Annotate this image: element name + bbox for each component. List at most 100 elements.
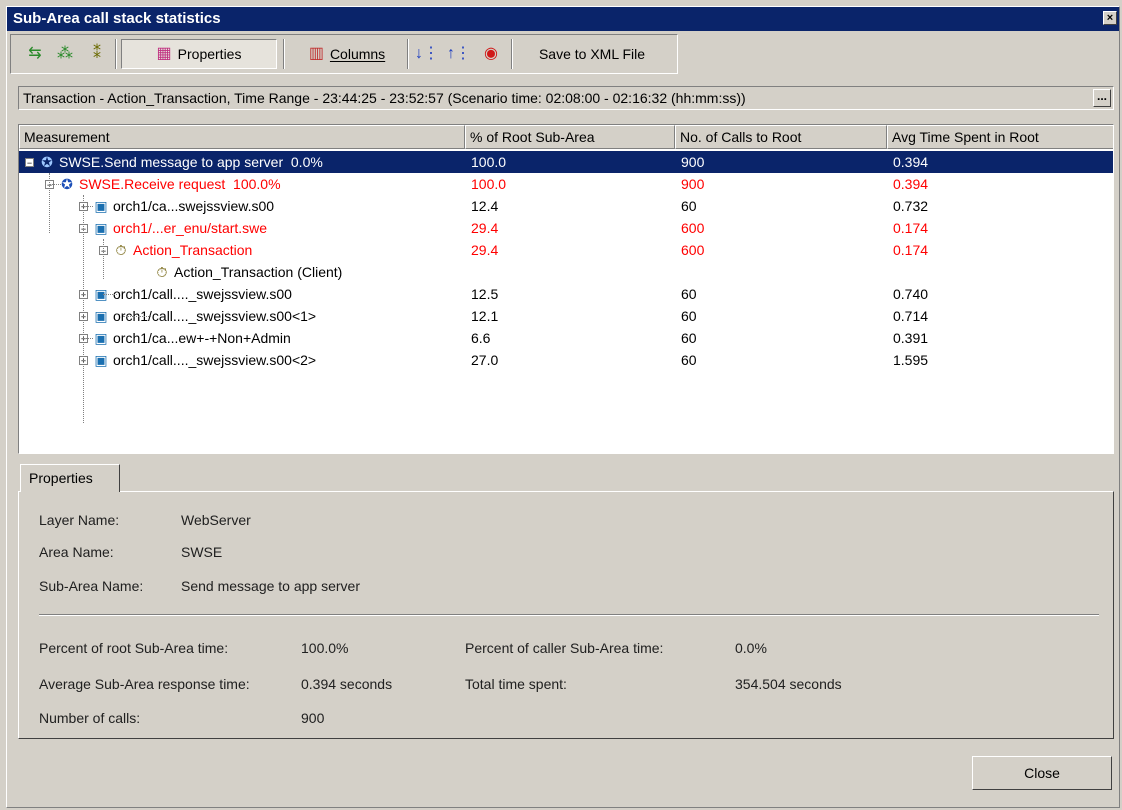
- eye-icon: ◉: [484, 45, 498, 62]
- toolbar-separator: [115, 39, 117, 69]
- tree-connector: [103, 239, 104, 279]
- row-measurement: − ✪ SWSE.Receive request 100.0%: [45, 173, 281, 195]
- table-header: Measurement % of Root Sub-Area No. of Ca…: [19, 125, 1113, 149]
- collapse-button[interactable]: ⁂: [51, 39, 79, 69]
- toolbar-separator: [407, 39, 409, 69]
- cell-calls: 600: [681, 242, 705, 258]
- cell-avg: 0.174: [893, 242, 929, 258]
- sort-down-icon: ↓⋮: [415, 45, 439, 62]
- column-header-pct-root[interactable]: % of Root Sub-Area: [465, 125, 675, 149]
- table-row[interactable]: + ▣ orch1/call...._swejssview.s00<1> 12.1 60…: [19, 305, 1113, 327]
- server-icon: ▣: [94, 220, 108, 236]
- area-name-label: Area Name:: [39, 544, 114, 560]
- more-options-button[interactable]: ...: [1093, 89, 1111, 107]
- table-row[interactable]: + ▣ orch1/ca...swejssview.s00 12.4 60 0.732: [19, 195, 1113, 217]
- cell-avg: 0.740: [893, 286, 929, 302]
- table-row[interactable]: − ✪ SWSE.Receive request 100.0% 100.0 900 0.3…: [19, 173, 1113, 195]
- sort-ascending-button[interactable]: ↑⋮: [445, 39, 473, 69]
- pct-root-label: Percent of root Sub-Area time:: [39, 640, 229, 656]
- table-row[interactable]: + ▣ orch1/call...._swejssview.s00<2> 27.0 60…: [19, 349, 1113, 371]
- column-header-measurement[interactable]: Measurement: [19, 125, 465, 149]
- call-stack-tree-table: Measurement % of Root Sub-Area No. of Ca…: [18, 124, 1114, 454]
- columns-button[interactable]: ▥ Columns: [291, 39, 403, 69]
- properties-button[interactable]: ▦ Properties: [121, 39, 277, 69]
- server-icon: ▣: [94, 330, 108, 346]
- row-name: orch1/call...._swejssview.s00<2>: [113, 352, 317, 368]
- sub-area-name-label: Sub-Area Name:: [39, 578, 144, 594]
- total-time-value: 354.504 seconds: [735, 676, 842, 692]
- tree-connector: [49, 184, 61, 185]
- tree-connector: [83, 206, 93, 207]
- save-xml-button[interactable]: Save to XML File: [517, 39, 667, 69]
- table-row[interactable]: ⏱ Action_Transaction (Client): [19, 261, 1113, 283]
- cell-calls: 600: [681, 220, 705, 236]
- toolbar: ⇆ ⁂ ⁑ ▦ Properties ▥ Columns ↓⋮ ↑⋮ ◉ Sav…: [10, 34, 678, 74]
- avg-response-label: Average Sub-Area response time:: [39, 676, 250, 692]
- sort-descending-button[interactable]: ↓⋮: [413, 39, 441, 69]
- server-icon: ▣: [94, 198, 108, 214]
- cell-pct: 100.0: [471, 176, 507, 192]
- cell-avg: 0.174: [893, 220, 929, 236]
- row-measurement: + ▣ orch1/ca...swejssview.s00: [79, 195, 274, 217]
- highlight-button[interactable]: ◉: [477, 39, 505, 69]
- total-time-label: Total time spent:: [465, 676, 567, 692]
- cell-calls: 60: [681, 330, 697, 346]
- expand-all-button[interactable]: ⇆: [21, 39, 49, 69]
- column-header-avg-time[interactable]: Avg Time Spent in Root: [887, 125, 1113, 149]
- properties-icon: ▦: [156, 45, 172, 62]
- collapse-icon[interactable]: −: [25, 157, 34, 167]
- table-row[interactable]: − ⏱ Action_Transaction 29.4 600 0.174: [19, 239, 1113, 261]
- tree-connector: [83, 195, 84, 423]
- cell-avg: 0.714: [893, 308, 929, 324]
- row-name: orch1/call...._swejssview.s00: [113, 286, 292, 302]
- title-bar: Sub-Area call stack statistics ×: [7, 7, 1119, 31]
- row-measurement: − ▣ orch1/...er_enu/start.swe: [79, 217, 267, 239]
- row-name: orch1/ca...swejssview.s00: [113, 198, 275, 214]
- close-button[interactable]: Close: [972, 756, 1112, 790]
- pct-root-value: 100.0%: [301, 640, 349, 656]
- table-row[interactable]: + ▣ orch1/ca...ew+-+Non+Admin 6.6 60 0.391: [19, 327, 1113, 349]
- tree-view-button[interactable]: ⁑: [83, 39, 111, 69]
- avg-response-value: 0.394 seconds: [301, 676, 393, 692]
- row-name: SWSE.Send message to app server 0.0%: [59, 154, 323, 170]
- row-measurement: ⏱ Action_Transaction (Client): [153, 261, 343, 283]
- window-title: Sub-Area call stack statistics: [13, 10, 221, 27]
- close-icon[interactable]: ×: [1103, 11, 1117, 25]
- row-measurement: + ▣ orch1/call...._swejssview.s00<1>: [79, 305, 316, 327]
- cell-pct: 29.4: [471, 242, 499, 258]
- table-row[interactable]: + ▣ orch1/call...._swejssview.s00 12.5 60 0.7…: [19, 283, 1113, 305]
- row-name: orch1/ca...ew+-+Non+Admin: [113, 330, 291, 346]
- cell-calls: 60: [681, 286, 697, 302]
- sort-up-icon: ↑⋮: [447, 45, 471, 62]
- row-measurement: + ▣ orch1/ca...ew+-+Non+Admin: [79, 327, 291, 349]
- properties-label: Properties: [177, 46, 242, 62]
- cell-calls: 900: [681, 154, 705, 170]
- cell-avg: 0.394: [893, 176, 929, 192]
- cell-avg: 1.595: [893, 352, 929, 368]
- stopwatch-icon: ⏱: [115, 242, 127, 258]
- expand-tree-icon: ⇆: [28, 45, 42, 62]
- tree-connector: [49, 173, 50, 233]
- table-row[interactable]: − ✪ SWSE.Send message to app server 0.0% 10…: [19, 151, 1113, 173]
- number-of-calls-value: 900: [301, 710, 325, 726]
- column-header-calls[interactable]: No. of Calls to Root: [675, 125, 887, 149]
- cell-avg: 0.391: [893, 330, 929, 346]
- cell-pct: 12.1: [471, 308, 499, 324]
- server-icon: ▣: [94, 308, 108, 324]
- cell-avg: 0.394: [893, 154, 929, 170]
- tree-connector: [123, 316, 151, 317]
- properties-divider: [39, 614, 1099, 616]
- cell-calls: 900: [681, 176, 705, 192]
- row-measurement: − ⏱ Action_Transaction: [99, 239, 252, 261]
- columns-icon: ▥: [308, 45, 324, 62]
- row-measurement: + ▣ orch1/call...._swejssview.s00<2>: [79, 349, 316, 371]
- row-name: SWSE.Receive request 100.0%: [79, 176, 281, 192]
- tab-properties[interactable]: Properties: [20, 464, 120, 492]
- row-measurement: − ✪ SWSE.Send message to app server 0.0%: [25, 151, 323, 173]
- row-name: Action_Transaction: [133, 242, 253, 258]
- cell-pct: 29.4: [471, 220, 499, 236]
- stopwatch-icon: ⏱: [156, 264, 168, 280]
- number-of-calls-label: Number of calls:: [39, 710, 141, 726]
- globe-icon: ✪: [41, 154, 53, 170]
- table-row[interactable]: − ▣ orch1/...er_enu/start.swe 29.4 600 0.174: [19, 217, 1113, 239]
